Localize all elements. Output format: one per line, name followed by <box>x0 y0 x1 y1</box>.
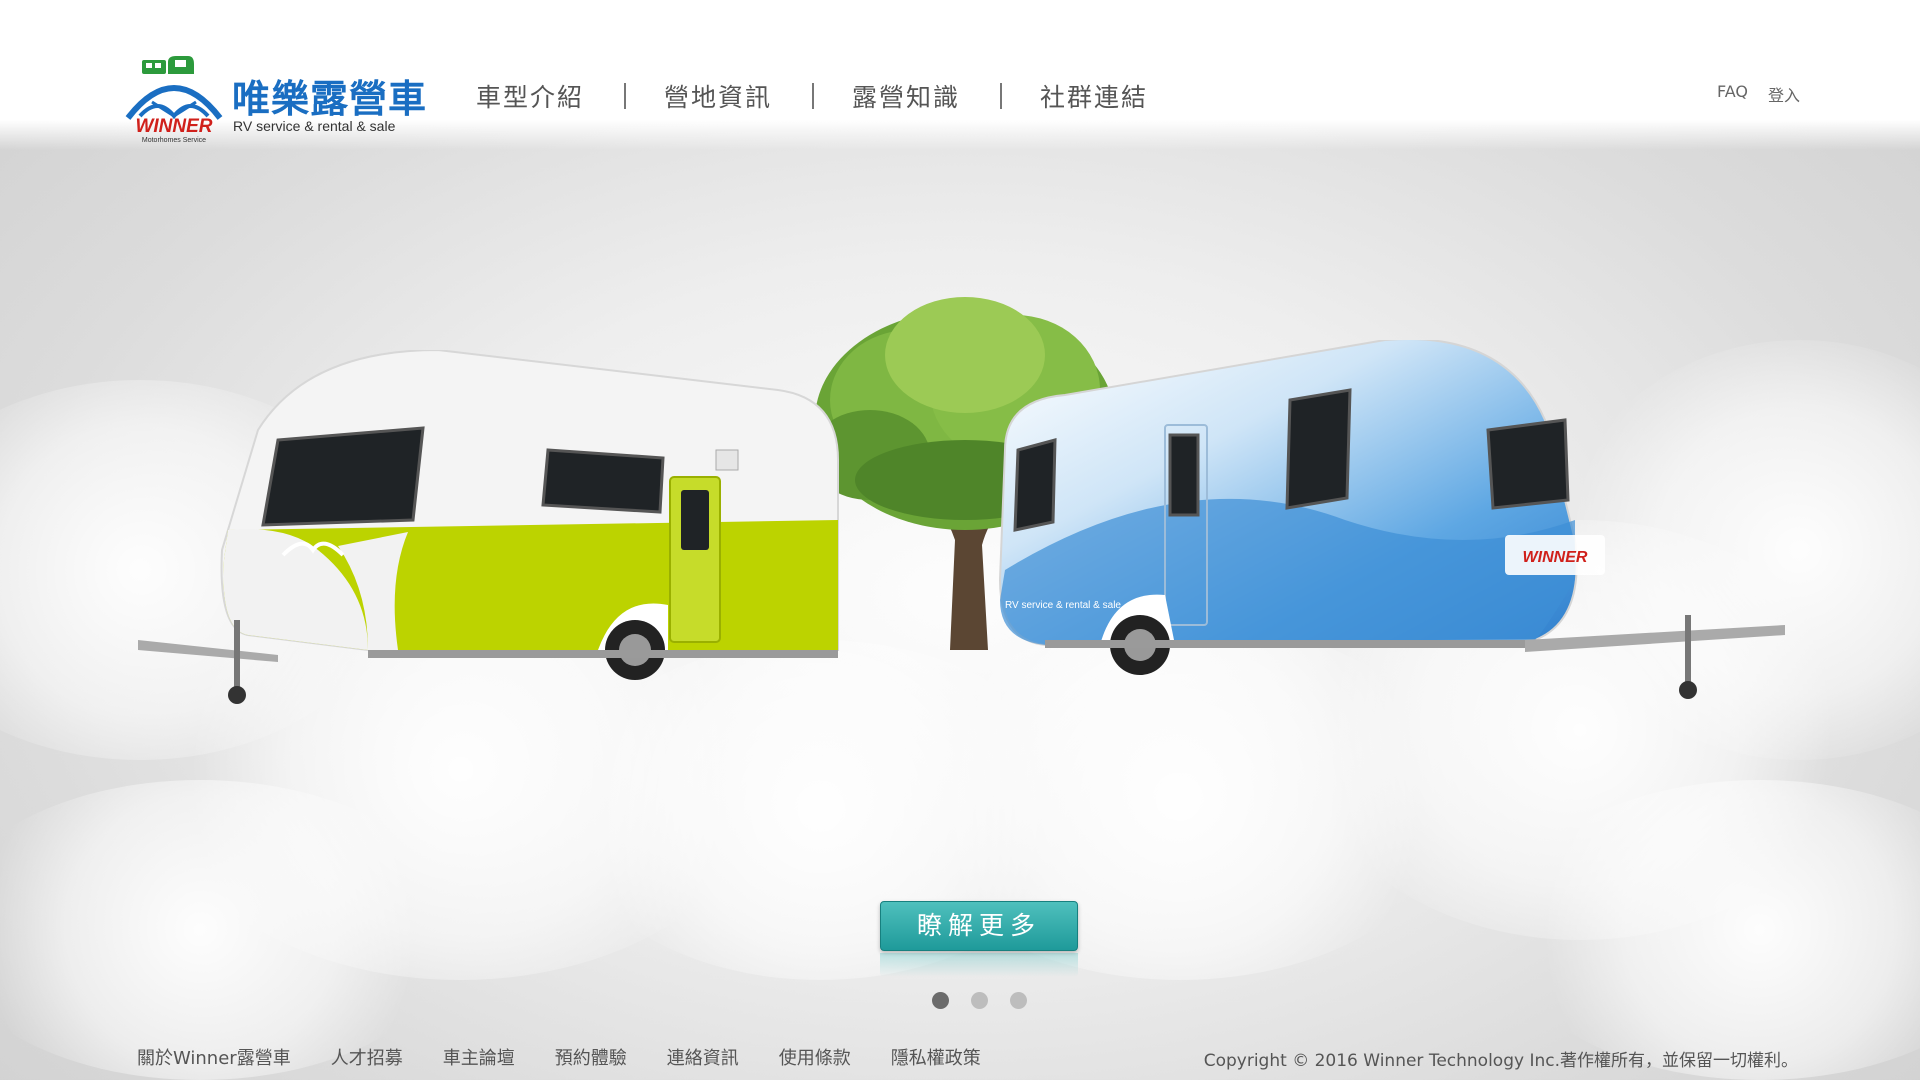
hero-banner: WINNER RV service & rental & sale <box>0 290 1920 810</box>
nav-item-community[interactable]: 社群連結 <box>1040 78 1148 114</box>
caravan-green-image <box>138 350 839 704</box>
svg-text:WINNER: WINNER <box>1523 549 1588 566</box>
footer-link-careers[interactable]: 人才招募 <box>331 1044 403 1070</box>
utility-links: FAQ 登入 <box>1717 82 1800 106</box>
nav-item-models[interactable]: 車型介紹 <box>476 78 584 114</box>
nav-divider <box>624 83 627 109</box>
button-reflection <box>880 953 1078 977</box>
login-link[interactable]: 登入 <box>1768 82 1800 106</box>
footer-link-about[interactable]: 關於Winner露營車 <box>137 1044 291 1070</box>
footer-link-contact[interactable]: 連絡資訊 <box>667 1044 739 1070</box>
site-footer: 關於Winner露營車 人才招募 車主論壇 預約體驗 連絡資訊 使用條款 隱私權… <box>0 1040 1920 1071</box>
nav-item-camping-knowledge[interactable]: 露營知識 <box>852 78 960 114</box>
faq-link[interactable]: FAQ <box>1717 82 1748 106</box>
carousel-dot-1[interactable] <box>932 992 949 1009</box>
footer-links: 關於Winner露營車 人才招募 車主論壇 預約體驗 連絡資訊 使用條款 隱私權… <box>137 1044 1021 1070</box>
brand-name: 唯樂露營車 <box>232 77 428 121</box>
main-nav: 車型介紹 營地資訊 露營知識 社群連結 <box>476 78 1148 114</box>
winner-logo-icon: WINNER Motorhomes Service <box>125 56 223 144</box>
nav-item-campsites[interactable]: 營地資訊 <box>664 78 772 114</box>
carousel-dot-3[interactable] <box>1010 992 1027 1009</box>
footer-link-terms[interactable]: 使用條款 <box>779 1044 851 1070</box>
copyright-text: Copyright © 2016 Winner Technology Inc.著… <box>1203 1051 1798 1071</box>
svg-text:RV service & rental & sale: RV service & rental & sale <box>1005 600 1121 611</box>
footer-link-forum[interactable]: 車主論壇 <box>443 1044 515 1070</box>
learn-more-button[interactable]: 瞭解更多 <box>880 901 1078 951</box>
caravan-blue-image: WINNER RV service & rental & sale <box>998 340 1785 699</box>
site-header: WINNER Motorhomes Service 唯樂露營車 RV servi… <box>0 0 1920 150</box>
nav-divider <box>812 83 815 109</box>
nav-divider <box>1000 83 1003 109</box>
brand-logo[interactable]: WINNER Motorhomes Service 唯樂露營車 RV servi… <box>122 56 426 146</box>
brand-tagline: RV service & rental & sale <box>233 118 396 134</box>
carousel-indicators <box>932 992 1027 1009</box>
footer-link-booking[interactable]: 預約體驗 <box>555 1044 627 1070</box>
footer-link-privacy[interactable]: 隱私權政策 <box>891 1044 981 1070</box>
carousel-dot-2[interactable] <box>971 992 988 1009</box>
svg-text:Motorhomes Service: Motorhomes Service <box>142 137 206 144</box>
winner-badge-icon: WINNER <box>1505 535 1605 575</box>
svg-text:WINNER: WINNER <box>135 116 212 137</box>
